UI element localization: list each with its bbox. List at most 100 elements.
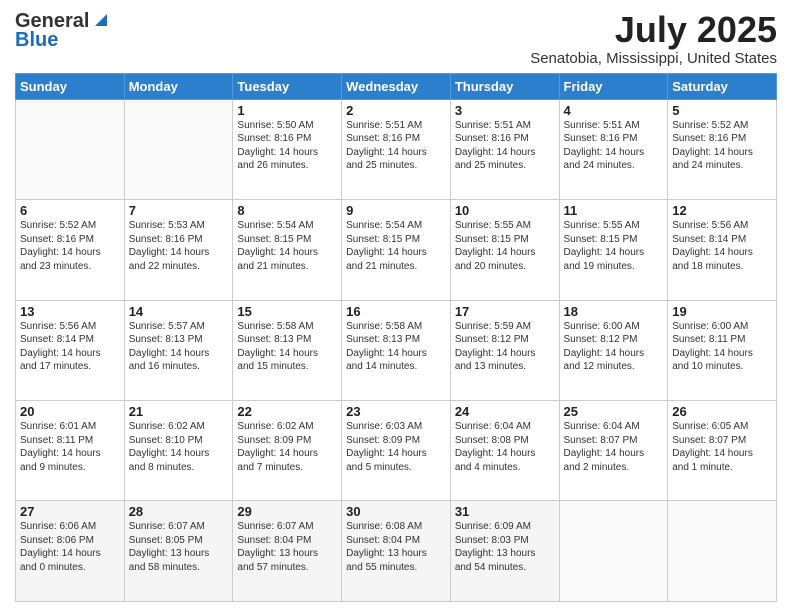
header-right: July 2025 Senatobia, Mississippi, United… [530, 10, 777, 67]
day-info: Sunrise: 5:59 AM Sunset: 8:12 PM Dayligh… [455, 320, 555, 374]
header: General Blue July 2025 Senatobia, Missis… [15, 10, 777, 67]
day-info: Sunrise: 6:04 AM Sunset: 8:08 PM Dayligh… [455, 420, 555, 474]
day-info: Sunrise: 5:57 AM Sunset: 8:13 PM Dayligh… [129, 320, 229, 374]
day-number: 18 [564, 304, 664, 319]
table-row: 19Sunrise: 6:00 AM Sunset: 8:11 PM Dayli… [668, 300, 777, 400]
day-info: Sunrise: 5:52 AM Sunset: 8:16 PM Dayligh… [20, 219, 120, 273]
col-tuesday: Tuesday [233, 73, 342, 99]
week-row-5: 27Sunrise: 6:06 AM Sunset: 8:06 PM Dayli… [16, 501, 777, 602]
day-info: Sunrise: 6:03 AM Sunset: 8:09 PM Dayligh… [346, 420, 446, 474]
table-row: 3Sunrise: 5:51 AM Sunset: 8:16 PM Daylig… [450, 99, 559, 199]
location: Senatobia, Mississippi, United States [530, 50, 777, 67]
day-info: Sunrise: 6:02 AM Sunset: 8:09 PM Dayligh… [237, 420, 337, 474]
day-number: 27 [20, 504, 120, 519]
day-number: 29 [237, 504, 337, 519]
table-row [16, 99, 125, 199]
day-info: Sunrise: 5:50 AM Sunset: 8:16 PM Dayligh… [237, 119, 337, 173]
page: General Blue July 2025 Senatobia, Missis… [0, 0, 792, 612]
day-number: 31 [455, 504, 555, 519]
table-row: 11Sunrise: 5:55 AM Sunset: 8:15 PM Dayli… [559, 200, 668, 300]
day-number: 11 [564, 203, 664, 218]
table-row: 17Sunrise: 5:59 AM Sunset: 8:12 PM Dayli… [450, 300, 559, 400]
day-info: Sunrise: 6:09 AM Sunset: 8:03 PM Dayligh… [455, 520, 555, 574]
table-row: 16Sunrise: 5:58 AM Sunset: 8:13 PM Dayli… [342, 300, 451, 400]
table-row: 10Sunrise: 5:55 AM Sunset: 8:15 PM Dayli… [450, 200, 559, 300]
day-info: Sunrise: 6:00 AM Sunset: 8:11 PM Dayligh… [672, 320, 772, 374]
day-info: Sunrise: 6:07 AM Sunset: 8:05 PM Dayligh… [129, 520, 229, 574]
day-info: Sunrise: 6:08 AM Sunset: 8:04 PM Dayligh… [346, 520, 446, 574]
day-number: 4 [564, 103, 664, 118]
day-number: 22 [237, 404, 337, 419]
table-row: 18Sunrise: 6:00 AM Sunset: 8:12 PM Dayli… [559, 300, 668, 400]
logo-icon [92, 10, 110, 28]
table-row: 30Sunrise: 6:08 AM Sunset: 8:04 PM Dayli… [342, 501, 451, 602]
table-row: 4Sunrise: 5:51 AM Sunset: 8:16 PM Daylig… [559, 99, 668, 199]
day-info: Sunrise: 5:54 AM Sunset: 8:15 PM Dayligh… [237, 219, 337, 273]
day-number: 23 [346, 404, 446, 419]
week-row-3: 13Sunrise: 5:56 AM Sunset: 8:14 PM Dayli… [16, 300, 777, 400]
day-info: Sunrise: 5:54 AM Sunset: 8:15 PM Dayligh… [346, 219, 446, 273]
day-info: Sunrise: 6:01 AM Sunset: 8:11 PM Dayligh… [20, 420, 120, 474]
day-number: 19 [672, 304, 772, 319]
week-row-4: 20Sunrise: 6:01 AM Sunset: 8:11 PM Dayli… [16, 401, 777, 501]
day-number: 20 [20, 404, 120, 419]
day-info: Sunrise: 5:58 AM Sunset: 8:13 PM Dayligh… [346, 320, 446, 374]
day-number: 14 [129, 304, 229, 319]
table-row: 13Sunrise: 5:56 AM Sunset: 8:14 PM Dayli… [16, 300, 125, 400]
day-info: Sunrise: 6:02 AM Sunset: 8:10 PM Dayligh… [129, 420, 229, 474]
day-number: 10 [455, 203, 555, 218]
calendar-table: Sunday Monday Tuesday Wednesday Thursday… [15, 73, 777, 602]
col-monday: Monday [124, 73, 233, 99]
table-row [559, 501, 668, 602]
table-row: 8Sunrise: 5:54 AM Sunset: 8:15 PM Daylig… [233, 200, 342, 300]
day-info: Sunrise: 6:04 AM Sunset: 8:07 PM Dayligh… [564, 420, 664, 474]
table-row: 23Sunrise: 6:03 AM Sunset: 8:09 PM Dayli… [342, 401, 451, 501]
table-row: 2Sunrise: 5:51 AM Sunset: 8:16 PM Daylig… [342, 99, 451, 199]
table-row: 25Sunrise: 6:04 AM Sunset: 8:07 PM Dayli… [559, 401, 668, 501]
day-number: 12 [672, 203, 772, 218]
table-row [124, 99, 233, 199]
day-number: 21 [129, 404, 229, 419]
day-number: 9 [346, 203, 446, 218]
day-info: Sunrise: 5:56 AM Sunset: 8:14 PM Dayligh… [20, 320, 120, 374]
table-row: 12Sunrise: 5:56 AM Sunset: 8:14 PM Dayli… [668, 200, 777, 300]
table-row: 24Sunrise: 6:04 AM Sunset: 8:08 PM Dayli… [450, 401, 559, 501]
table-row: 27Sunrise: 6:06 AM Sunset: 8:06 PM Dayli… [16, 501, 125, 602]
day-info: Sunrise: 5:55 AM Sunset: 8:15 PM Dayligh… [455, 219, 555, 273]
day-number: 8 [237, 203, 337, 218]
day-number: 28 [129, 504, 229, 519]
week-row-2: 6Sunrise: 5:52 AM Sunset: 8:16 PM Daylig… [16, 200, 777, 300]
table-row: 26Sunrise: 6:05 AM Sunset: 8:07 PM Dayli… [668, 401, 777, 501]
day-number: 24 [455, 404, 555, 419]
col-sunday: Sunday [16, 73, 125, 99]
day-info: Sunrise: 6:06 AM Sunset: 8:06 PM Dayligh… [20, 520, 120, 574]
day-number: 7 [129, 203, 229, 218]
month-title: July 2025 [530, 10, 777, 50]
day-number: 30 [346, 504, 446, 519]
table-row: 20Sunrise: 6:01 AM Sunset: 8:11 PM Dayli… [16, 401, 125, 501]
day-info: Sunrise: 6:05 AM Sunset: 8:07 PM Dayligh… [672, 420, 772, 474]
day-info: Sunrise: 5:51 AM Sunset: 8:16 PM Dayligh… [455, 119, 555, 173]
day-number: 2 [346, 103, 446, 118]
table-row: 6Sunrise: 5:52 AM Sunset: 8:16 PM Daylig… [16, 200, 125, 300]
table-row: 9Sunrise: 5:54 AM Sunset: 8:15 PM Daylig… [342, 200, 451, 300]
logo-blue-text: Blue [15, 29, 58, 52]
day-number: 13 [20, 304, 120, 319]
day-number: 25 [564, 404, 664, 419]
day-number: 3 [455, 103, 555, 118]
table-row: 29Sunrise: 6:07 AM Sunset: 8:04 PM Dayli… [233, 501, 342, 602]
day-info: Sunrise: 5:56 AM Sunset: 8:14 PM Dayligh… [672, 219, 772, 273]
day-number: 6 [20, 203, 120, 218]
table-row: 22Sunrise: 6:02 AM Sunset: 8:09 PM Dayli… [233, 401, 342, 501]
table-row: 31Sunrise: 6:09 AM Sunset: 8:03 PM Dayli… [450, 501, 559, 602]
col-thursday: Thursday [450, 73, 559, 99]
col-friday: Friday [559, 73, 668, 99]
calendar-header-row: Sunday Monday Tuesday Wednesday Thursday… [16, 73, 777, 99]
day-info: Sunrise: 6:07 AM Sunset: 8:04 PM Dayligh… [237, 520, 337, 574]
day-number: 26 [672, 404, 772, 419]
day-info: Sunrise: 5:51 AM Sunset: 8:16 PM Dayligh… [346, 119, 446, 173]
week-row-1: 1Sunrise: 5:50 AM Sunset: 8:16 PM Daylig… [16, 99, 777, 199]
day-info: Sunrise: 5:52 AM Sunset: 8:16 PM Dayligh… [672, 119, 772, 173]
day-number: 16 [346, 304, 446, 319]
day-number: 5 [672, 103, 772, 118]
